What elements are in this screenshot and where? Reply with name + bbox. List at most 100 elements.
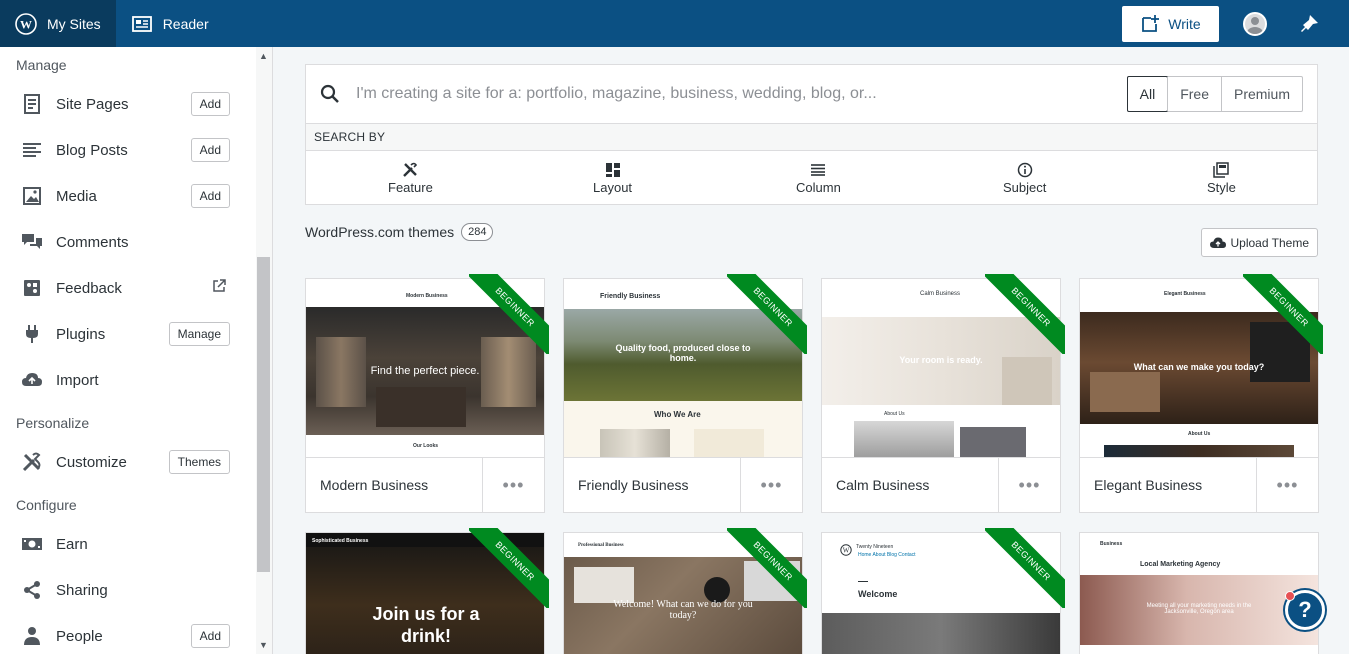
sidebar-item-people[interactable]: People Add — [0, 613, 256, 654]
my-sites-button[interactable]: W My Sites — [0, 0, 116, 47]
sidebar-item-media[interactable]: Media Add — [0, 173, 256, 219]
customize-icon — [20, 450, 44, 474]
preview-section: About Us — [884, 411, 905, 417]
theme-card-modern-business[interactable]: Modern Business Find the perfect piece. … — [305, 274, 549, 513]
theme-card-professional-business[interactable]: Professional Business Welcome! What can … — [563, 528, 807, 654]
preview-section: Who We Are — [654, 410, 701, 419]
sidebar-item-label: Earn — [56, 535, 88, 553]
layout-icon — [605, 161, 620, 179]
preview-brand: Friendly Business — [600, 293, 661, 300]
beginner-ribbon: BEGINNER — [469, 528, 549, 608]
manage-plugins-button[interactable]: Manage — [168, 322, 230, 346]
filter-subject[interactable]: Subject — [1003, 161, 1046, 195]
media-icon — [20, 184, 44, 208]
sidebar-scrollbar-thumb[interactable] — [257, 257, 270, 572]
scroll-up-arrow-icon[interactable]: ▲ — [259, 51, 268, 61]
theme-search-input[interactable]: I'm creating a site for a: portfolio, ma… — [356, 85, 877, 103]
sidebar-item-earn[interactable]: Earn — [0, 521, 256, 567]
sidebar-item-feedback[interactable]: Feedback — [0, 265, 256, 311]
filter-label: Subject — [1003, 180, 1047, 195]
scroll-down-arrow-icon[interactable]: ▼ — [259, 640, 268, 650]
upload-theme-button[interactable]: Upload Theme — [1200, 228, 1318, 257]
theme-name[interactable]: Elegant Business — [1080, 477, 1256, 493]
masterbar: W My Sites Reader Write — [0, 0, 1349, 47]
filter-label: Style — [1207, 180, 1236, 195]
sidebar-item-sharing[interactable]: Sharing — [0, 567, 256, 613]
theme-card-twenty-nineteen[interactable]: W Twenty Nineteen Home About Blog Contac… — [821, 528, 1065, 654]
avatar[interactable] — [1243, 11, 1267, 36]
themes-title: WordPress.com themes — [305, 224, 455, 240]
reader-label: Reader — [162, 15, 209, 32]
theme-name[interactable]: Calm Business — [822, 477, 998, 493]
themes-main: I'm creating a site for a: portfolio, ma… — [305, 64, 1323, 654]
upload-theme-label: Upload Theme — [1230, 235, 1310, 250]
themes-button[interactable]: Themes — [168, 450, 230, 474]
sidebar-item-comments[interactable]: Comments — [0, 219, 256, 265]
page-icon — [20, 92, 44, 116]
filter-feature[interactable]: Feature — [388, 161, 433, 195]
sharing-icon — [20, 578, 44, 602]
more-options-icon[interactable]: ••• — [482, 457, 544, 513]
tier-all-button[interactable]: All — [1126, 76, 1169, 112]
cloud-upload-icon — [1209, 237, 1226, 248]
preview-subheadline: Meeting all your marketing needs in the … — [1146, 603, 1252, 615]
info-icon — [1017, 161, 1033, 179]
section-manage: Manage — [16, 57, 67, 73]
theme-card-elegant-business[interactable]: Elegant Business What can we make you to… — [1079, 274, 1323, 513]
people-icon — [20, 624, 44, 648]
earn-icon — [20, 532, 44, 556]
theme-card-sophisticated-business[interactable]: Sophisticated Business Join us for a dri… — [305, 528, 549, 654]
filter-layout[interactable]: Layout — [593, 161, 632, 195]
theme-screenshot[interactable]: Business Local Marketing Agency Meeting … — [1080, 533, 1318, 654]
write-button[interactable]: Write — [1122, 5, 1219, 42]
add-post-button[interactable]: Add — [190, 138, 230, 162]
sidebar-item-blog-posts[interactable]: Blog Posts Add — [0, 127, 256, 173]
beginner-ribbon: BEGINNER — [1243, 274, 1323, 354]
preview-brand: Professional Business — [578, 543, 624, 548]
my-sites-label: My Sites — [47, 15, 101, 32]
preview-brand: Business — [1100, 541, 1123, 547]
sidebar-item-plugins[interactable]: Plugins Manage — [0, 311, 256, 357]
preview-brand: Modern Business — [406, 293, 448, 299]
preview-brand: Elegant Business — [1164, 291, 1206, 297]
tier-premium-button[interactable]: Premium — [1220, 77, 1302, 111]
sidebar-item-label: Feedback — [56, 279, 122, 297]
tier-free-button[interactable]: Free — [1167, 77, 1221, 111]
tools-icon — [402, 161, 418, 179]
notifications-icon[interactable] — [1297, 12, 1321, 36]
theme-card-calm-business[interactable]: Calm Business Your room is ready. About … — [821, 274, 1065, 513]
add-people-button[interactable]: Add — [190, 624, 230, 648]
theme-name[interactable]: Friendly Business — [564, 477, 740, 493]
preview-headline: Welcome — [858, 589, 898, 599]
sidebar-item-label: People — [56, 627, 103, 645]
sidebar-item-label: Site Pages — [56, 95, 129, 113]
more-options-icon[interactable]: ••• — [1256, 457, 1318, 513]
tier-filter: All Free Premium — [1126, 76, 1303, 112]
sidebar-item-label: Customize — [56, 453, 127, 471]
section-configure: Configure — [16, 497, 77, 513]
filter-style[interactable]: Style — [1207, 161, 1236, 195]
reader-icon — [131, 13, 153, 35]
column-icon — [811, 161, 826, 179]
sidebar-item-label: Sharing — [56, 581, 108, 599]
themes-heading: WordPress.com themes 284 — [305, 223, 494, 241]
search-filters: Feature Layout Column Subject Style — [306, 151, 1317, 204]
search-icon[interactable] — [320, 84, 340, 109]
add-media-button[interactable]: Add — [190, 184, 230, 208]
themes-count-badge: 284 — [461, 223, 494, 241]
search-by-label: SEARCH BY — [306, 124, 1317, 151]
add-page-button[interactable]: Add — [190, 92, 230, 116]
sidebar: Manage Site Pages Add Blog Posts Add Med… — [0, 47, 273, 654]
theme-card-friendly-business[interactable]: Friendly Business Quality food, produced… — [563, 274, 807, 513]
sidebar-item-import[interactable]: Import — [0, 357, 256, 403]
more-options-icon[interactable]: ••• — [998, 457, 1060, 513]
filter-column[interactable]: Column — [796, 161, 841, 195]
more-options-icon[interactable]: ••• — [740, 457, 802, 513]
theme-name[interactable]: Modern Business — [306, 477, 482, 493]
sidebar-item-site-pages[interactable]: Site Pages Add — [0, 81, 256, 127]
feedback-icon — [20, 276, 44, 300]
reader-button[interactable]: Reader — [116, 0, 224, 47]
sidebar-item-customize[interactable]: Customize Themes — [0, 439, 256, 485]
filter-label: Layout — [593, 180, 633, 195]
theme-card-local-marketing[interactable]: Business Local Marketing Agency Meeting … — [1079, 532, 1319, 654]
